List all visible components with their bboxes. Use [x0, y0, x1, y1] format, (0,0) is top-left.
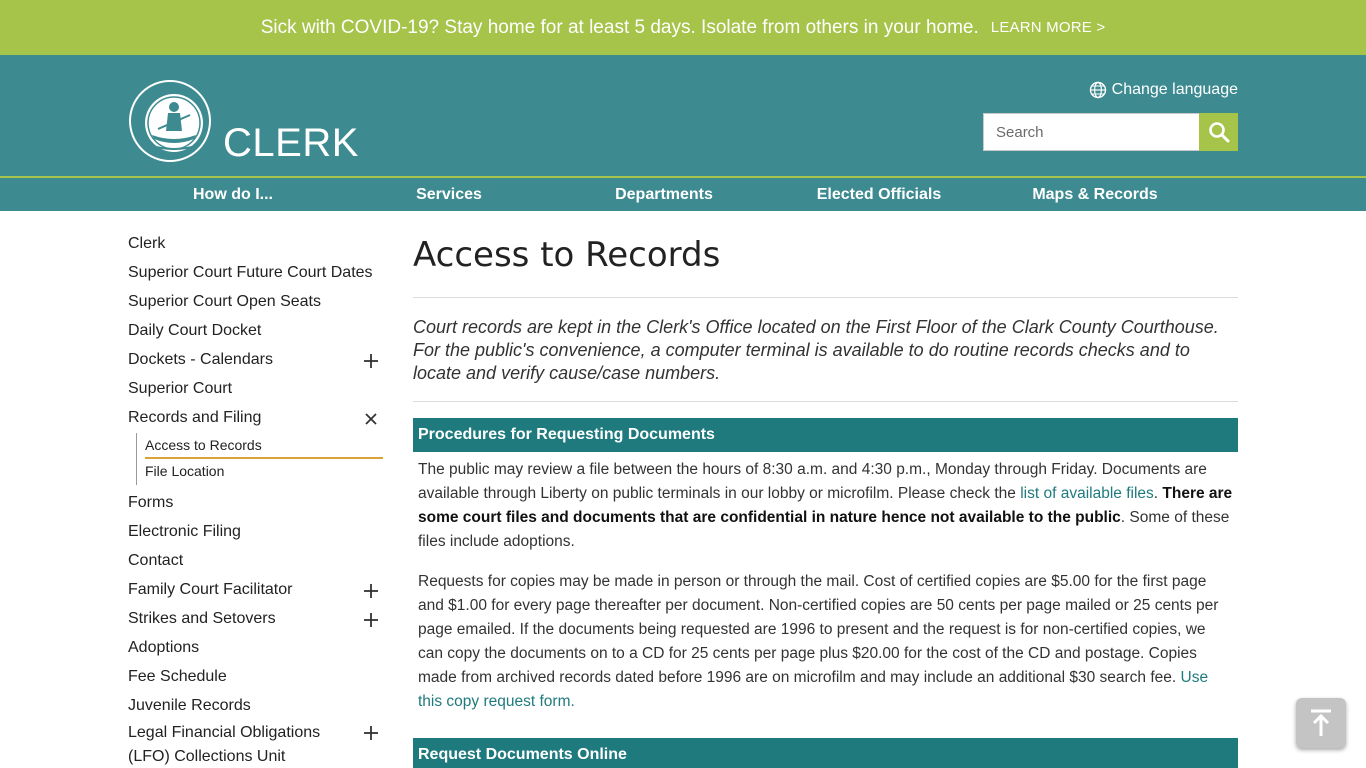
intro-text: Court records are kept in the Clerk's Of…	[413, 298, 1238, 402]
clark-county-seal-icon[interactable]	[128, 79, 212, 163]
sidebar-item-contact[interactable]: Contact	[128, 547, 383, 576]
plus-icon[interactable]	[363, 353, 379, 369]
page-title: Access to Records	[413, 230, 1238, 298]
sidebar-item-label: Strikes and Setovers	[128, 610, 276, 627]
sidebar-item-future-court-dates[interactable]: Superior Court Future Court Dates	[128, 259, 383, 288]
nav-services[interactable]: Services	[416, 178, 482, 211]
nav-maps-records[interactable]: Maps & Records	[1032, 178, 1157, 211]
sidebar-item-dockets-calendars[interactable]: Dockets - Calendars	[128, 346, 383, 375]
search-form	[983, 113, 1238, 151]
plus-icon[interactable]	[363, 612, 379, 628]
sidebar-item-label: Records and Filing	[128, 409, 262, 426]
sidebar-item-strikes-and-setovers[interactable]: Strikes and Setovers	[128, 605, 383, 634]
back-to-top-button[interactable]	[1296, 698, 1346, 748]
main-nav: How do I... Services Departments Elected…	[0, 176, 1366, 211]
nav-elected-officials[interactable]: Elected Officials	[817, 178, 942, 211]
arrow-up-icon	[1311, 709, 1331, 736]
globe-icon	[1089, 81, 1106, 99]
search-input[interactable]	[983, 113, 1199, 151]
sidebar-item-electronic-filing[interactable]: Electronic Filing	[128, 518, 383, 547]
sidebar-item-records-and-filing[interactable]: Records and Filing	[128, 404, 383, 433]
main-content: Access to Records Court records are kept…	[413, 230, 1238, 768]
sidebar-item-label: Dockets - Calendars	[128, 351, 273, 368]
close-icon[interactable]	[363, 411, 379, 427]
section-heading-procedures: Procedures for Requesting Documents	[413, 418, 1238, 452]
section-body-procedures: The public may review a file between the…	[413, 452, 1238, 714]
section-heading-request-online: Request Documents Online	[413, 738, 1238, 768]
sidebar-item-forms[interactable]: Forms	[128, 489, 383, 518]
sidebar-nav: Clerk Superior Court Future Court Dates …	[128, 230, 383, 768]
nav-departments[interactable]: Departments	[615, 178, 713, 211]
sidebar-item-juvenile-records[interactable]: Juvenile Records	[128, 692, 383, 721]
plus-icon[interactable]	[363, 583, 379, 599]
site-header: CLERK Change language	[0, 55, 1366, 176]
sidebar-item-adoptions[interactable]: Adoptions	[128, 634, 383, 663]
list-of-available-files-link[interactable]: list of available files	[1020, 485, 1154, 502]
sidebar-item-label: Legal Financial Obligations (LFO) Collec…	[128, 724, 321, 765]
sidebar-item-superior-court[interactable]: Superior Court	[128, 375, 383, 404]
plus-icon[interactable]	[363, 725, 379, 741]
search-button[interactable]	[1199, 113, 1238, 151]
site-logo-text[interactable]: CLERK	[223, 121, 359, 166]
change-language-label: Change language	[1111, 81, 1238, 98]
sidebar-item-fee-schedule[interactable]: Fee Schedule	[128, 663, 383, 692]
copies-paragraph: Requests for copies may be made in perso…	[418, 573, 1219, 710]
alert-text: Sick with COVID-19? Stay home for at lea…	[260, 16, 979, 38]
records-submenu: Access to Records File Location	[136, 433, 383, 485]
sidebar-item-open-seats[interactable]: Superior Court Open Seats	[128, 288, 383, 317]
sidebar-item-lfo-collections[interactable]: Legal Financial Obligations (LFO) Collec…	[128, 721, 383, 768]
covid-alert-bar: Sick with COVID-19? Stay home for at lea…	[0, 0, 1366, 55]
change-language-button[interactable]: Change language	[1089, 81, 1238, 99]
learn-more-link[interactable]: LEARN MORE >	[991, 19, 1106, 36]
sidebar-subitem-access-to-records[interactable]: Access to Records	[145, 433, 383, 459]
search-icon	[1208, 122, 1229, 143]
sidebar-subitem-file-location[interactable]: File Location	[145, 459, 383, 485]
sidebar-item-family-court-facilitator[interactable]: Family Court Facilitator	[128, 576, 383, 605]
nav-how-do-i[interactable]: How do I...	[193, 178, 273, 211]
sidebar-item-daily-court-docket[interactable]: Daily Court Docket	[128, 317, 383, 346]
sidebar-item-label: Family Court Facilitator	[128, 581, 293, 598]
review-paragraph: The public may review a file between the…	[418, 461, 1233, 550]
sidebar-item-clerk[interactable]: Clerk	[128, 230, 383, 259]
